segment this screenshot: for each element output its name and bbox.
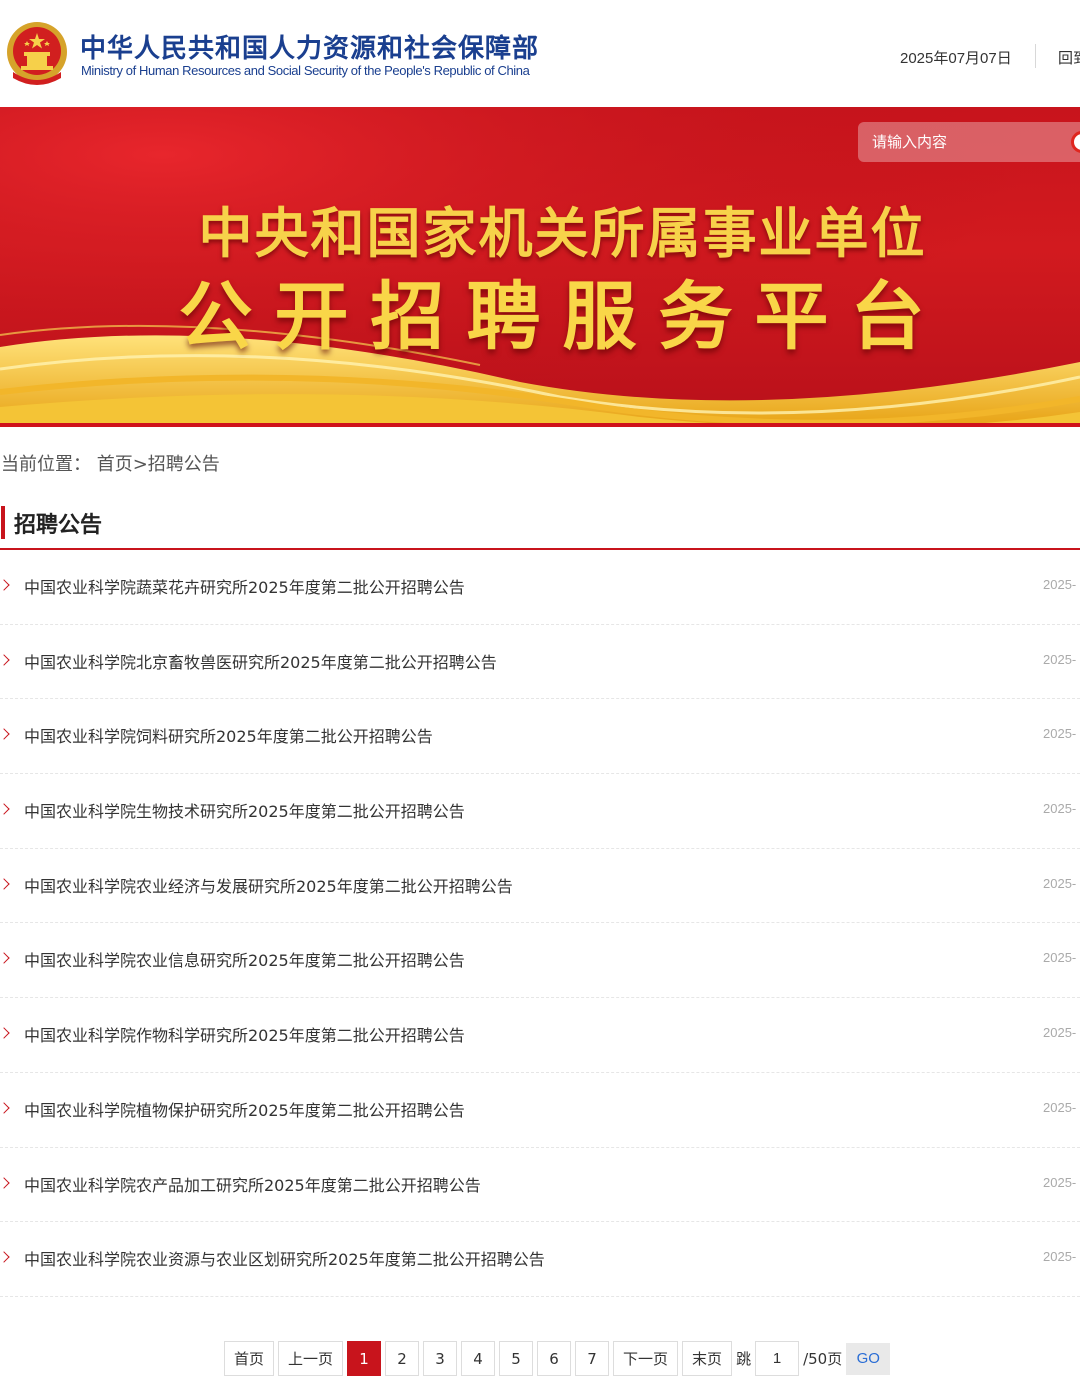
item-date: 2025-	[1043, 950, 1077, 966]
site-header: 中华人民共和国人力资源和社会保障部 Ministry of Human Reso…	[0, 0, 1080, 107]
list-item[interactable]: 中国农业科学院农业信息研究所2025年度第二批公开招聘公告 2025-	[0, 923, 1080, 999]
chevron-right-icon	[0, 1251, 10, 1263]
list-item[interactable]: 中国农业科学院农产品加工研究所2025年度第二批公开招聘公告 2025-	[0, 1148, 1080, 1223]
prev-page-button[interactable]: 上一页	[278, 1341, 344, 1376]
search-input[interactable]	[858, 122, 1058, 162]
header-divider	[1035, 44, 1036, 68]
list-item[interactable]: 中国农业科学院生物技术研究所2025年度第二批公开招聘公告 2025-	[0, 774, 1080, 849]
announcement-list: 中国农业科学院蔬菜花卉研究所2025年度第二批公开招聘公告 2025- 中国农业科…	[0, 550, 1080, 1297]
banner: 中央和国家机关所属事业单位 公开招聘服务平台	[0, 107, 1080, 425]
item-title[interactable]: 中国农业科学院作物科学研究所2025年度第二批公开招聘公告	[24, 1022, 465, 1046]
last-page-button[interactable]: 末页	[682, 1341, 733, 1376]
chevron-right-icon	[0, 952, 10, 965]
item-title[interactable]: 中国农业科学院植物保护研究所2025年度第二批公开招聘公告	[24, 1097, 465, 1121]
list-item[interactable]: 中国农业科学院农业资源与农业区划研究所2025年度第二批公开招聘公告 2025-	[0, 1222, 1080, 1297]
search-box	[858, 122, 1080, 162]
next-page-button[interactable]: 下一页	[613, 1341, 679, 1376]
item-title[interactable]: 中国农业科学院饲料研究所2025年度第二批公开招聘公告	[24, 723, 433, 747]
item-date: 2025-	[1043, 1025, 1077, 1041]
page-button[interactable]: 5	[499, 1341, 534, 1376]
section-accent-bar	[1, 506, 5, 539]
item-date: 2025-	[1043, 726, 1077, 742]
item-date: 2025-	[1043, 1099, 1077, 1115]
page-jump-input[interactable]	[755, 1341, 800, 1376]
total-pages: /50页	[803, 1350, 843, 1368]
item-date: 2025-	[1043, 1174, 1077, 1190]
org-name-en: Ministry of Human Resources and Social S…	[81, 63, 530, 78]
item-title[interactable]: 中国农业科学院蔬菜花卉研究所2025年度第二批公开招聘公告	[24, 574, 465, 598]
pagination: 首页 上一页 1 2 3 4 5 6 7 下一页 末页 跳 /50页 GO	[224, 1341, 891, 1376]
item-title[interactable]: 中国农业科学院北京畜牧兽医研究所2025年度第二批公开招聘公告	[24, 649, 497, 673]
item-title[interactable]: 中国农业科学院农业经济与发展研究所2025年度第二批公开招聘公告	[24, 873, 513, 897]
page-button[interactable]: 3	[423, 1341, 458, 1376]
page-button[interactable]: 7	[575, 1341, 610, 1376]
home-link[interactable]: 回到首页	[1058, 47, 1080, 68]
current-date: 2025年07月07日	[900, 50, 1012, 67]
org-name-cn: 中华人民共和国人力资源和社会保障部	[80, 34, 540, 64]
national-emblem-icon	[7, 22, 67, 85]
item-title[interactable]: 中国农业科学院生物技术研究所2025年度第二批公开招聘公告	[24, 798, 465, 822]
chevron-right-icon	[0, 803, 10, 815]
page-button[interactable]: 6	[537, 1341, 572, 1376]
item-date: 2025-	[1043, 577, 1077, 592]
banner-bottom-line	[0, 423, 1080, 427]
section-title: 招聘公告	[14, 513, 103, 538]
item-title[interactable]: 中国农业科学院农业资源与农业区划研究所2025年度第二批公开招聘公告	[24, 1246, 545, 1270]
page-button-current[interactable]: 1	[347, 1341, 382, 1376]
banner-title-line2: 公开招聘服务平台	[178, 274, 947, 360]
search-icon[interactable]	[1071, 131, 1080, 153]
chevron-right-icon	[0, 1102, 10, 1114]
chevron-right-icon	[0, 1027, 10, 1039]
item-title[interactable]: 中国农业科学院农产品加工研究所2025年度第二批公开招聘公告	[24, 1172, 481, 1196]
item-date: 2025-	[1043, 1249, 1077, 1265]
chevron-right-icon	[0, 728, 10, 741]
list-item[interactable]: 中国农业科学院饲料研究所2025年度第二批公开招聘公告 2025-	[0, 699, 1080, 775]
first-page-button[interactable]: 首页	[224, 1341, 275, 1376]
breadcrumb: 当前位置： 首页>招聘公告	[1, 454, 220, 475]
item-date: 2025-	[1043, 651, 1077, 667]
chevron-right-icon	[0, 579, 10, 591]
jump-label: 跳	[736, 1350, 752, 1368]
item-date: 2025-	[1043, 801, 1077, 817]
list-item[interactable]: 中国农业科学院蔬菜花卉研究所2025年度第二批公开招聘公告 2025-	[0, 550, 1080, 625]
chevron-right-icon	[0, 878, 10, 890]
list-item[interactable]: 中国农业科学院北京畜牧兽医研究所2025年度第二批公开招聘公告 2025-	[0, 625, 1080, 700]
page-button[interactable]: 4	[461, 1341, 496, 1376]
chevron-right-icon	[0, 1176, 10, 1189]
item-date: 2025-	[1043, 875, 1077, 891]
list-item[interactable]: 中国农业科学院农业经济与发展研究所2025年度第二批公开招聘公告 2025-	[0, 849, 1080, 924]
go-button[interactable]: GO	[846, 1342, 891, 1375]
list-item[interactable]: 中国农业科学院作物科学研究所2025年度第二批公开招聘公告 2025-	[0, 998, 1080, 1073]
item-title[interactable]: 中国农业科学院农业信息研究所2025年度第二批公开招聘公告	[24, 947, 465, 971]
chevron-right-icon	[0, 654, 10, 666]
page-button[interactable]: 2	[385, 1341, 420, 1376]
list-item[interactable]: 中国农业科学院植物保护研究所2025年度第二批公开招聘公告 2025-	[0, 1073, 1080, 1148]
section-header: 招聘公告	[0, 503, 1080, 550]
